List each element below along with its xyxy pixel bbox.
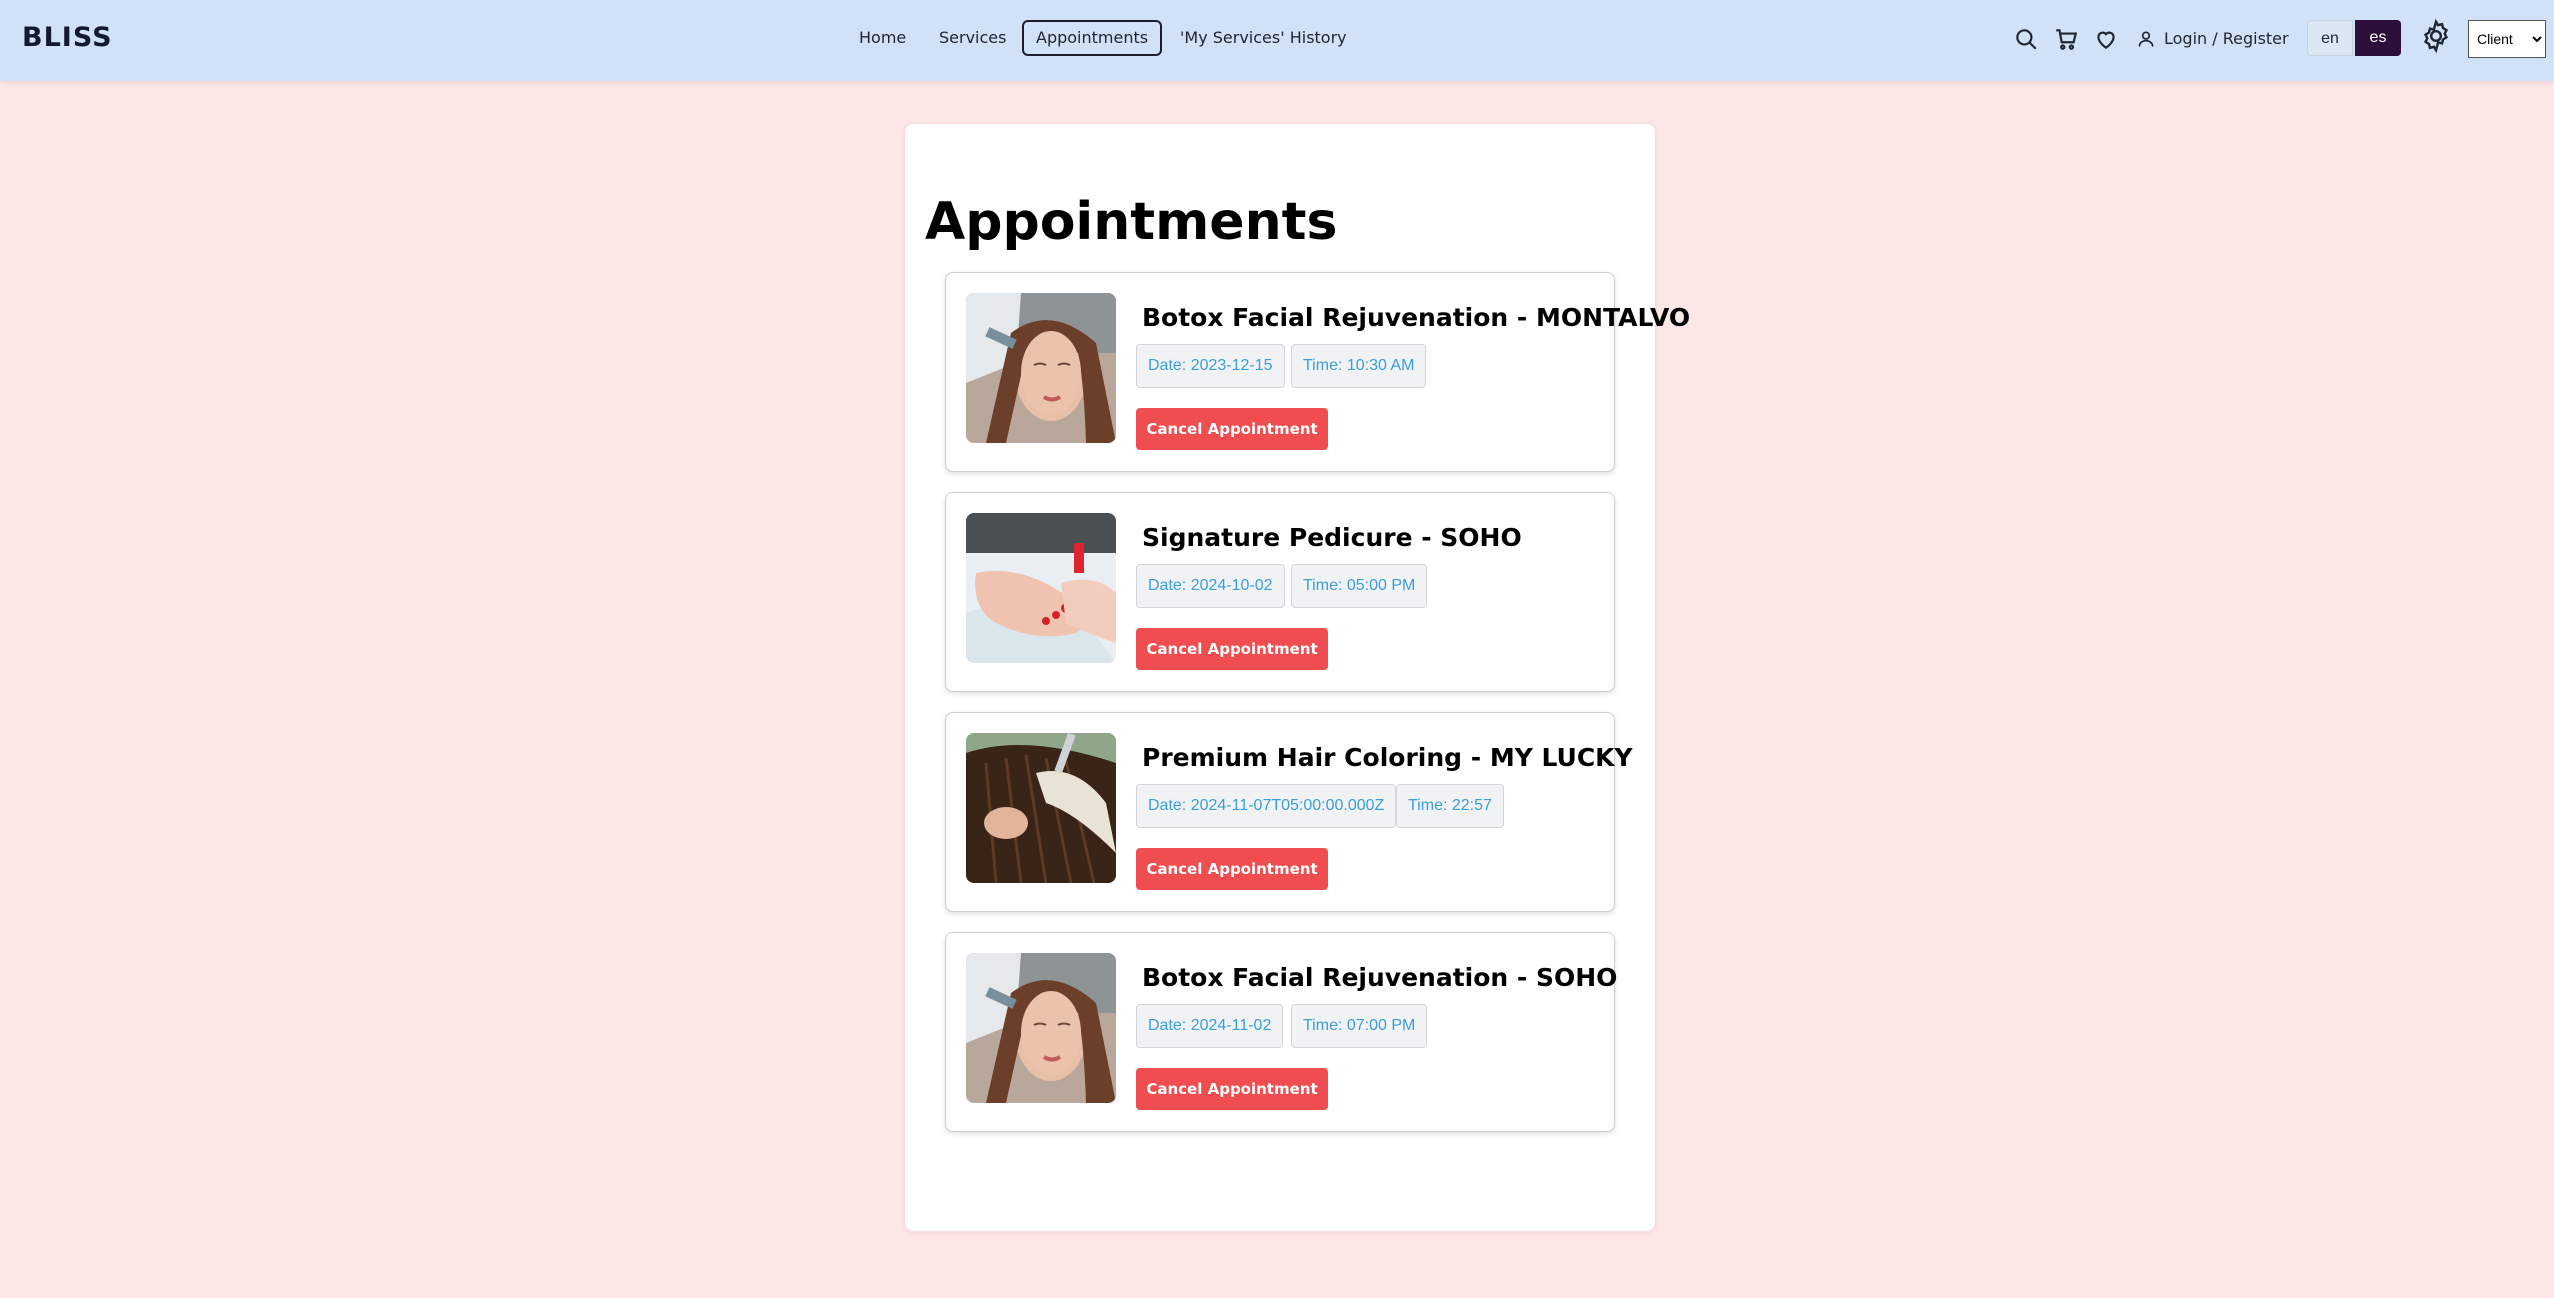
role-select[interactable]: Client (2468, 20, 2546, 58)
appointment-date: Date: 2023-12-15 (1136, 344, 1285, 388)
login-register-label: Login / Register (2164, 29, 2289, 48)
appointment-card: Premium Hair Coloring - MY LUCKY Date: 2… (945, 712, 1633, 912)
appointment-title: Signature Pedicure - SOHO (1142, 523, 1522, 552)
cancel-appointment-button[interactable]: Cancel Appointment (1136, 1068, 1328, 1110)
lang-es-button[interactable]: es (2355, 20, 2401, 56)
facial-treatment-image (966, 953, 1116, 1103)
heart-icon[interactable] (2093, 26, 2119, 52)
login-register-link[interactable]: Login / Register (2136, 26, 2289, 52)
gear-icon[interactable] (2418, 18, 2454, 54)
cart-icon[interactable] (2053, 26, 2079, 52)
appointment-card: Signature Pedicure - SOHO Date: 2024-10-… (945, 492, 1615, 692)
nav-services[interactable]: Services (939, 20, 1006, 56)
lang-en-button[interactable]: en (2307, 20, 2353, 56)
appointment-image (966, 733, 1116, 883)
appointments-panel: Appointments Botox Facial Rejuvenation -… (905, 124, 1690, 1231)
appointment-time: Time: 22:57 (1396, 784, 1504, 828)
appointment-time: Time: 05:00 PM (1291, 564, 1428, 608)
page-title: Appointments (925, 192, 1338, 252)
search-icon[interactable] (2013, 26, 2039, 52)
appointment-image (966, 293, 1116, 443)
appointment-title: Botox Facial Rejuvenation - MONTALVO (1142, 303, 1691, 332)
appointment-date: Date: 2024-11-02 (1136, 1004, 1284, 1048)
nav-appointments[interactable]: Appointments (1022, 20, 1163, 56)
user-icon (2138, 31, 2154, 47)
top-navbar: BLISS Home Services Appointments 'My Ser… (0, 0, 2554, 81)
facial-treatment-image (966, 293, 1116, 443)
appointment-title: Botox Facial Rejuvenation - SOHO (1142, 963, 1618, 992)
cancel-appointment-button[interactable]: Cancel Appointment (1136, 848, 1328, 890)
appointment-date: Date: 2024-11-07T05:00:00.000Z (1136, 784, 1397, 828)
nav-services-history[interactable]: 'My Services' History (1180, 20, 1347, 56)
hair-coloring-image (966, 733, 1116, 883)
pedicure-image (966, 513, 1116, 663)
appointment-date: Date: 2024-10-02 (1136, 564, 1285, 608)
appointment-time: Time: 10:30 AM (1291, 344, 1427, 388)
appointment-card: Botox Facial Rejuvenation - SOHO Date: 2… (945, 932, 1618, 1132)
appointment-title: Premium Hair Coloring - MY LUCKY (1142, 743, 1633, 772)
appointment-card: Botox Facial Rejuvenation - MONTALVO Dat… (945, 272, 1690, 472)
cancel-appointment-button[interactable]: Cancel Appointment (1136, 408, 1328, 450)
appointment-time: Time: 07:00 PM (1291, 1004, 1428, 1048)
cancel-appointment-button[interactable]: Cancel Appointment (1136, 628, 1328, 670)
nav-home[interactable]: Home (859, 20, 906, 56)
appointment-image (966, 953, 1116, 1103)
appointment-image (966, 513, 1116, 663)
